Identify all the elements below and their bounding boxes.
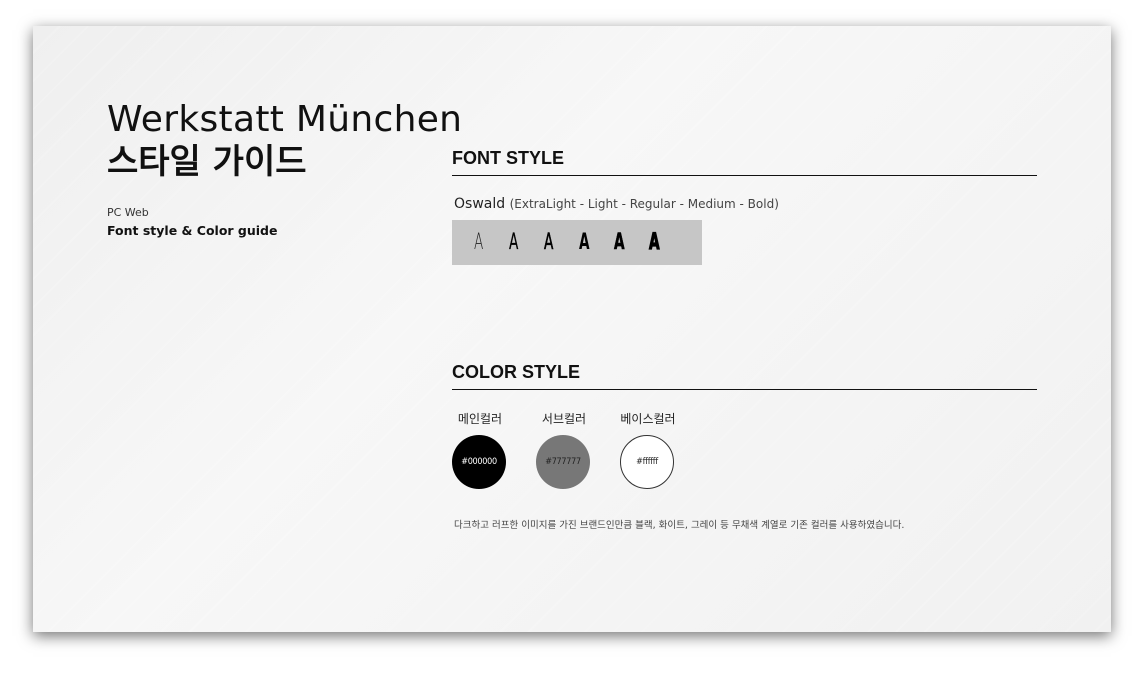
platform-label: PC Web: [107, 206, 149, 219]
color-note: 다크하고 러프한 이미지를 가진 브랜드인만큼 블랙, 화이트, 그레이 등 무…: [454, 520, 905, 531]
font-style-section: FONT STYLE Oswald (ExtraLight - Light - …: [452, 148, 1037, 265]
swatch-base: 베이스컬러 #ffffff: [620, 410, 704, 489]
font-name: Oswald: [454, 196, 506, 212]
glyph-extralight: A: [474, 230, 484, 255]
swatch-main: 메인컬러 #000000: [452, 410, 536, 489]
swatch-sub: 서브컬러 #777777: [536, 410, 620, 489]
font-sample-box: A A A A A A: [452, 220, 702, 265]
color-style-heading: COLOR STYLE: [452, 362, 1037, 390]
font-style-heading: FONT STYLE: [452, 148, 1037, 176]
glyph-bold: A: [649, 229, 660, 255]
color-circle: #ffffff: [620, 435, 674, 489]
swatch-label: 서브컬러: [541, 412, 587, 426]
glyph-semibold: A: [614, 230, 625, 256]
glyph-light: A: [509, 230, 519, 255]
subtitle: Font style & Color guide: [107, 223, 278, 238]
color-circle: #777777: [536, 435, 590, 489]
swatch-label: 메인컬러: [457, 412, 503, 426]
title-english: Werkstatt München: [107, 99, 463, 140]
swatch-label: 베이스컬러: [620, 412, 676, 426]
glyph-regular: A: [544, 230, 554, 256]
font-description: Oswald (ExtraLight - Light - Regular - M…: [454, 196, 1037, 212]
color-style-section: COLOR STYLE 메인컬러 #000000 서브컬러 #777777 베이…: [452, 362, 1037, 531]
style-guide-card: Werkstatt München 스타일 가이드 PC Web Font st…: [33, 26, 1111, 632]
glyph-medium: A: [579, 230, 590, 255]
hero: Werkstatt München 스타일 가이드 PC Web Font st…: [107, 98, 462, 238]
color-circle: #000000: [452, 435, 506, 489]
font-weights: (ExtraLight - Light - Regular - Medium -…: [509, 197, 779, 211]
color-swatches: 메인컬러 #000000 서브컬러 #777777 베이스컬러 #ffffff: [452, 410, 1037, 489]
title-korean: 스타일 가이드: [107, 142, 307, 182]
